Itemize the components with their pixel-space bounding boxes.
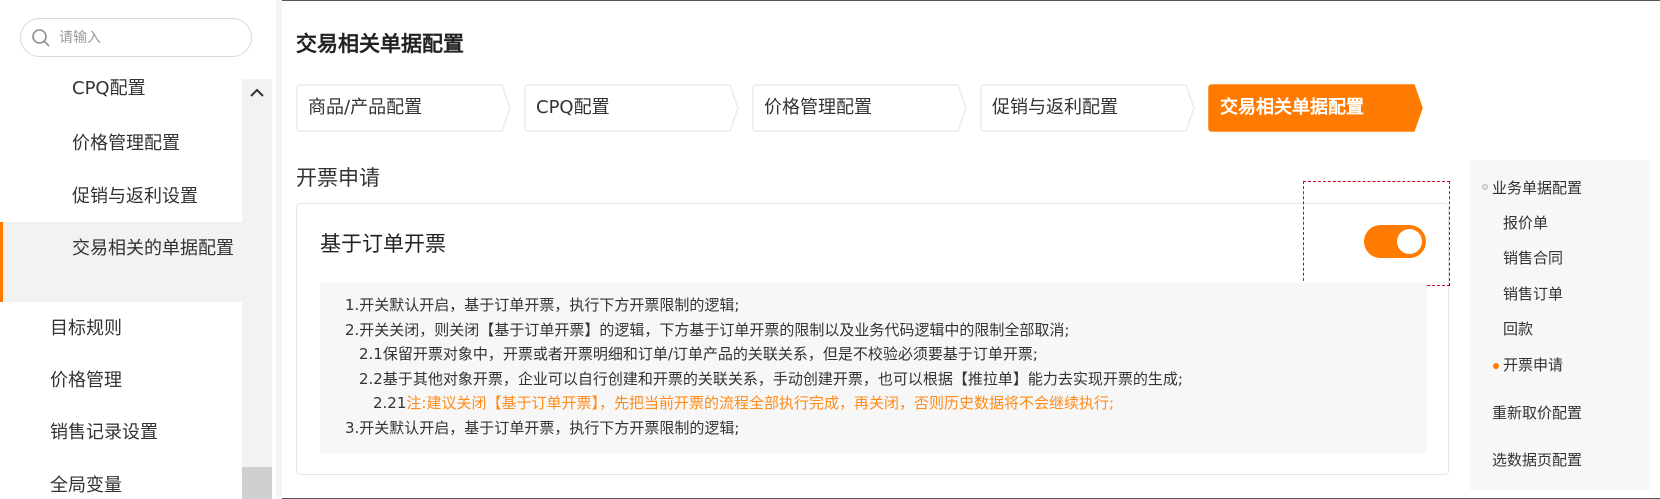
step-label: 商品/产品配置 bbox=[308, 97, 423, 118]
step-label: 促销与返利配置 bbox=[992, 97, 1118, 118]
sidebar-item-label: 促销与返利设置 bbox=[72, 186, 198, 207]
step-label: 交易相关单据配置 bbox=[1220, 97, 1364, 118]
note-prefix: 2.21 bbox=[373, 394, 407, 412]
active-anchor-dot bbox=[1493, 363, 1499, 369]
search-input[interactable] bbox=[59, 25, 239, 51]
sidebar: CPQ配置 价格管理配置 促销与返利设置 交易相关的单据配置 目标规则 价格管理… bbox=[0, 0, 276, 499]
sidebar-item-label: 交易相关的单据配置 bbox=[72, 238, 234, 259]
anchor-item-sales-order[interactable]: 销售订单 bbox=[1503, 283, 1563, 304]
description-line: 2.1保留开票对象中，开票或者开票明细和订单/订单产品的关联关系，但是不校验必须… bbox=[359, 345, 1038, 363]
sidebar-item-label: CPQ配置 bbox=[72, 78, 146, 99]
sidebar-item-price-management-config[interactable]: 价格管理配置 bbox=[0, 130, 242, 157]
anchor-item-quote[interactable]: 报价单 bbox=[1503, 212, 1548, 233]
toggle-knob bbox=[1397, 229, 1422, 254]
description-line: 3.开关默认开启，基于订单开票，执行下方开票限制的逻辑; bbox=[345, 418, 740, 437]
sidebar-item-label: 价格管理配置 bbox=[72, 133, 180, 154]
chevron-up-icon[interactable] bbox=[249, 85, 265, 101]
sidebar-item-transaction-documents-config[interactable]: 交易相关的单据配置 bbox=[0, 222, 242, 302]
scrollbar-thumb[interactable] bbox=[242, 467, 272, 499]
sidebar-item-label: 全局变量 bbox=[50, 475, 122, 496]
sidebar-item-label: 价格管理 bbox=[50, 370, 122, 391]
sidebar-item-global-variables[interactable]: 全局变量 bbox=[0, 472, 242, 499]
description-line: 1.开关默认开启，基于订单开票，执行下方开票限制的逻辑; bbox=[345, 296, 740, 314]
step-label: CPQ配置 bbox=[536, 97, 610, 118]
card-title: 基于订单开票 bbox=[320, 232, 446, 256]
anchor-item-invoice-application[interactable]: 开票申请 bbox=[1503, 354, 1563, 375]
description-box: 1.开关默认开启，基于订单开票，执行下方开票限制的逻辑; 2.开关关闭，则关闭【… bbox=[320, 283, 1427, 453]
step-cpq-config[interactable]: CPQ配置 bbox=[524, 84, 740, 132]
description-line: 2.开关关闭，则关闭【基于订单开票】的逻辑，下方基于订单开票的限制以及业务代码逻… bbox=[345, 320, 1070, 339]
anchor-group-dot bbox=[1482, 184, 1488, 190]
search-box[interactable] bbox=[20, 18, 252, 57]
step-label: 价格管理配置 bbox=[764, 97, 872, 118]
page-title: 交易相关单据配置 bbox=[296, 32, 464, 56]
sidebar-item-promotion-rebate-settings[interactable]: 促销与返利设置 bbox=[0, 183, 242, 210]
anchor-item-reprice-config[interactable]: 重新取价配置 bbox=[1492, 402, 1582, 423]
sidebar-scrollbar[interactable] bbox=[242, 79, 272, 499]
step-price-management-config[interactable]: 价格管理配置 bbox=[752, 84, 968, 132]
sidebar-item-label: 目标规则 bbox=[50, 318, 122, 339]
order-invoice-toggle[interactable] bbox=[1364, 225, 1426, 258]
sidebar-item-sales-record-settings[interactable]: 销售记录设置 bbox=[0, 419, 242, 446]
search-icon bbox=[32, 29, 50, 47]
sidebar-divider bbox=[276, 0, 282, 499]
section-title: 开票申请 bbox=[296, 166, 380, 190]
anchor-item-data-page-config[interactable]: 选数据页配置 bbox=[1492, 449, 1582, 470]
sidebar-item-price-management[interactable]: 价格管理 bbox=[0, 367, 242, 394]
anchor-group-business-documents[interactable]: 业务单据配置 bbox=[1492, 177, 1582, 198]
warning-note: 注:建议关闭【基于订单开票】，先把当前开票的流程全部执行完成，再关闭，否则历史数… bbox=[406, 394, 1115, 412]
sidebar-item-label: 销售记录设置 bbox=[50, 422, 158, 443]
description-note-line: 2.21注:建议关闭【基于订单开票】，先把当前开票的流程全部执行完成，再关闭，否… bbox=[320, 391, 1427, 416]
step-product-config[interactable]: 商品/产品配置 bbox=[296, 84, 512, 132]
sidebar-item-target-rules[interactable]: 目标规则 bbox=[0, 315, 242, 342]
anchor-item-payment[interactable]: 回款 bbox=[1503, 318, 1533, 339]
anchor-navigation: 业务单据配置 报价单 销售合同 销售订单 回款 开票申请 重新取价配置 选数据页… bbox=[1470, 160, 1650, 490]
anchor-item-sales-contract[interactable]: 销售合同 bbox=[1503, 247, 1563, 268]
description-line: 2.2基于其他对象开票，企业可以自行创建和开票的关联关系，手动创建开票，也可以根… bbox=[359, 369, 1183, 388]
step-promotion-rebate-config[interactable]: 促销与返利配置 bbox=[980, 84, 1196, 132]
sidebar-item-cpq-config[interactable]: CPQ配置 bbox=[0, 75, 242, 102]
step-transaction-documents-config[interactable]: 交易相关单据配置 bbox=[1208, 84, 1424, 132]
